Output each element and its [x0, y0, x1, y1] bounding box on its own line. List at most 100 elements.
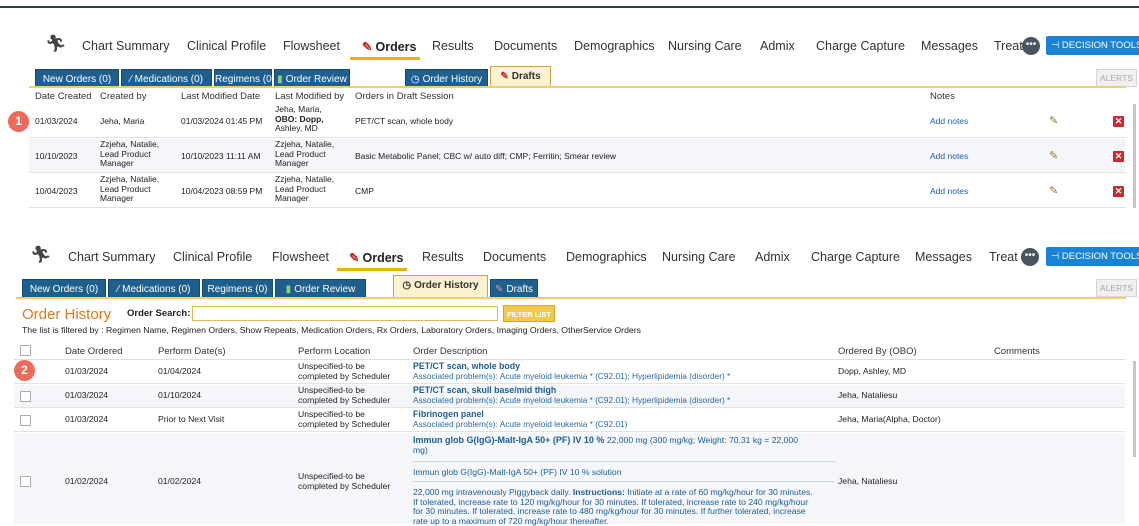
scrollbar[interactable]: [1133, 361, 1136, 457]
order-title: PET/CT scan, whole body: [413, 361, 521, 371]
tab-chart-summary[interactable]: Chart Summary: [82, 39, 170, 53]
tab-results[interactable]: Results: [432, 39, 474, 53]
description-divider: [413, 461, 835, 462]
perform-date: 01/04/2024: [158, 366, 202, 376]
edit-pencil-icon[interactable]: ✎: [1049, 184, 1058, 197]
order-description[interactable]: PET/CT scan, skull base/mid thigh Associa…: [413, 385, 730, 405]
pencil-icon: ✎: [362, 40, 373, 54]
created-by: Zzjeha, Natalie, Lead Product Manager: [100, 174, 159, 204]
delete-icon[interactable]: ✕: [1113, 116, 1124, 127]
col-last-modified-by: Last Modified by: [275, 91, 345, 102]
table-row[interactable]: 10/04/2023 Zzjeha, Natalie, Lead Product M…: [29, 174, 1126, 208]
edit-pencil-icon[interactable]: ✎: [1049, 114, 1058, 127]
tab-admix[interactable]: Admix: [760, 39, 795, 53]
subtab-medications[interactable]: ⁄ Medications (0): [108, 279, 200, 298]
edit-pencil-icon[interactable]: ✎: [1049, 149, 1058, 162]
table-row[interactable]: 01/02/2024 01/02/2024 Unspecified-to be c…: [14, 433, 1125, 526]
perform-location: Unspecified-to be completed by Scheduler: [298, 471, 390, 491]
tab-documents[interactable]: Documents: [483, 250, 546, 264]
last-modified-date: 10/10/2023 11:11 AM: [181, 151, 261, 161]
table-row[interactable]: 10/10/2023 Zzjeha, Natalie, Lead Product M…: [29, 139, 1126, 173]
runner-logo-icon[interactable]: 🏃︎: [45, 34, 67, 54]
delete-icon[interactable]: ✕: [1113, 186, 1124, 197]
tab-charge-capture[interactable]: Charge Capture: [811, 250, 900, 264]
created-by-line: Lead Product: [100, 183, 151, 194]
draft-orders: PET/CT scan, whole body: [355, 116, 454, 126]
col-last-modified-date: Last Modified Date: [181, 91, 261, 102]
order-description[interactable]: Immun glob G(IgG)-Malt-IgA 50+ (PF) IV 1…: [413, 435, 835, 455]
active-tab-underline: [337, 268, 407, 271]
tab-treat[interactable]: Treat: [994, 39, 1023, 53]
tab-treat[interactable]: Treat: [989, 250, 1018, 264]
tab-flowsheet[interactable]: Flowsheet: [272, 250, 329, 264]
subtab-order-review-label: Order Review: [294, 284, 356, 295]
tab-demographics[interactable]: Demographics: [574, 39, 655, 53]
tab-nursing-care[interactable]: Nursing Care: [662, 250, 736, 264]
decision-tools-button[interactable]: ⊣ DECISION TOOLS: [1046, 36, 1139, 55]
add-notes-link[interactable]: Add notes: [930, 186, 968, 197]
select-all-checkbox[interactable]: [20, 345, 31, 356]
tab-nursing-care[interactable]: Nursing Care: [668, 39, 742, 53]
order-description[interactable]: PET/CT scan, whole body Associated proble…: [413, 361, 730, 381]
add-notes-link[interactable]: Add notes: [930, 116, 968, 127]
table-row[interactable]: 01/03/2024 Jeha, Maria 01/03/2024 01:45 …: [29, 104, 1126, 138]
tab-results[interactable]: Results: [422, 250, 464, 264]
subtab-order-history[interactable]: ◷ Order History: [393, 275, 488, 297]
decision-tools-button[interactable]: ⊣ DECISION TOOLS: [1046, 247, 1139, 266]
tab-flowsheet[interactable]: Flowsheet: [283, 39, 340, 53]
subtab-order-review[interactable]: ▮ Order Review: [275, 279, 366, 298]
date-ordered: 01/03/2024: [65, 366, 109, 376]
order-dose: 22,000 mg (300 mg/kg; Weight: 70.31 kg =…: [604, 435, 799, 445]
runner-logo-icon[interactable]: 🏃︎: [30, 245, 52, 265]
tab-clinical-profile[interactable]: Clinical Profile: [173, 250, 252, 264]
instruction-text: rate up to a maximum of 720 mg/kg/hour t…: [413, 515, 609, 526]
order-description[interactable]: Fibrinogen panel Associated problem(s): A…: [413, 409, 627, 429]
filter-list-button[interactable]: FILTER LIST: [503, 305, 555, 322]
tab-admix[interactable]: Admix: [755, 250, 790, 264]
table-row[interactable]: 01/03/2024 01/04/2024 Unspecified-to be c…: [14, 361, 1125, 384]
perform-date: Prior to Next Visit: [158, 414, 225, 424]
tab-messages[interactable]: Messages: [915, 250, 972, 264]
col-created-by: Created by: [100, 91, 147, 102]
more-tabs-icon[interactable]: •••: [1022, 37, 1040, 55]
tab-chart-summary[interactable]: Chart Summary: [68, 250, 156, 264]
order-product: Immun glob G(IgG)-Malt-IgA 50+ (PF) IV 1…: [413, 467, 622, 477]
alerts-button[interactable]: ALERTS: [1096, 69, 1137, 87]
tab-demographics[interactable]: Demographics: [566, 250, 647, 264]
table-row[interactable]: 01/03/2024 Prior to Next Visit Unspecifi…: [14, 409, 1125, 432]
modified-by-line: Zzjeha, Natalie,: [275, 174, 335, 184]
delete-icon[interactable]: ✕: [1113, 151, 1124, 162]
order-search-input[interactable]: [192, 306, 498, 321]
instruction-dose: 22,000 mg intravenously Piggyback daily.: [413, 487, 571, 497]
subtabs-bottom: New Orders (0) ⁄ Medications (0) Regimens…: [0, 275, 1139, 299]
order-dose-unit: mg): [413, 444, 428, 455]
tab-orders[interactable]: ✎ Orders: [349, 250, 403, 265]
add-notes-link[interactable]: Add notes: [930, 151, 968, 162]
subtab-drafts[interactable]: ✎ Drafts: [490, 279, 538, 298]
subtab-drafts[interactable]: ✎ Drafts: [490, 66, 551, 88]
row-checkbox[interactable]: [20, 476, 31, 487]
tab-orders[interactable]: ✎ Orders: [362, 39, 416, 54]
subtab-new-orders[interactable]: New Orders (0): [22, 279, 106, 298]
tab-charge-capture[interactable]: Charge Capture: [816, 39, 905, 53]
last-modified-by: Zzjeha, Natalie, Lead Product Manager: [275, 139, 334, 169]
location-line: Unspecified-to be: [298, 361, 365, 371]
more-tabs-icon[interactable]: •••: [1021, 248, 1039, 266]
active-tab-underline: [350, 57, 420, 60]
tab-orders-label: Orders: [362, 251, 404, 265]
created-by-line: Manager: [100, 193, 134, 203]
subtab-regimens[interactable]: Regimens (0): [202, 279, 273, 298]
row-checkbox[interactable]: [20, 391, 31, 402]
created-by: Zzjeha, Natalie, Lead Product Manager: [100, 139, 159, 169]
alerts-button[interactable]: ALERTS: [1096, 279, 1137, 297]
ordered-by: Jeha, Maria(Alpha, Doctor): [838, 414, 941, 424]
scrollbar[interactable]: [1133, 104, 1136, 208]
subtab-divider: [16, 297, 1126, 299]
draft-orders: Basic Metabolic Panel; CBC w/ auto diff;…: [355, 151, 617, 161]
tab-messages[interactable]: Messages: [921, 39, 978, 53]
row-checkbox[interactable]: [20, 415, 31, 426]
created-by-line: Manager: [100, 158, 134, 168]
table-row[interactable]: 01/03/2024 01/10/2024 Unspecified-to be c…: [14, 385, 1125, 408]
tab-documents[interactable]: Documents: [494, 39, 557, 53]
tab-clinical-profile[interactable]: Clinical Profile: [187, 39, 266, 53]
